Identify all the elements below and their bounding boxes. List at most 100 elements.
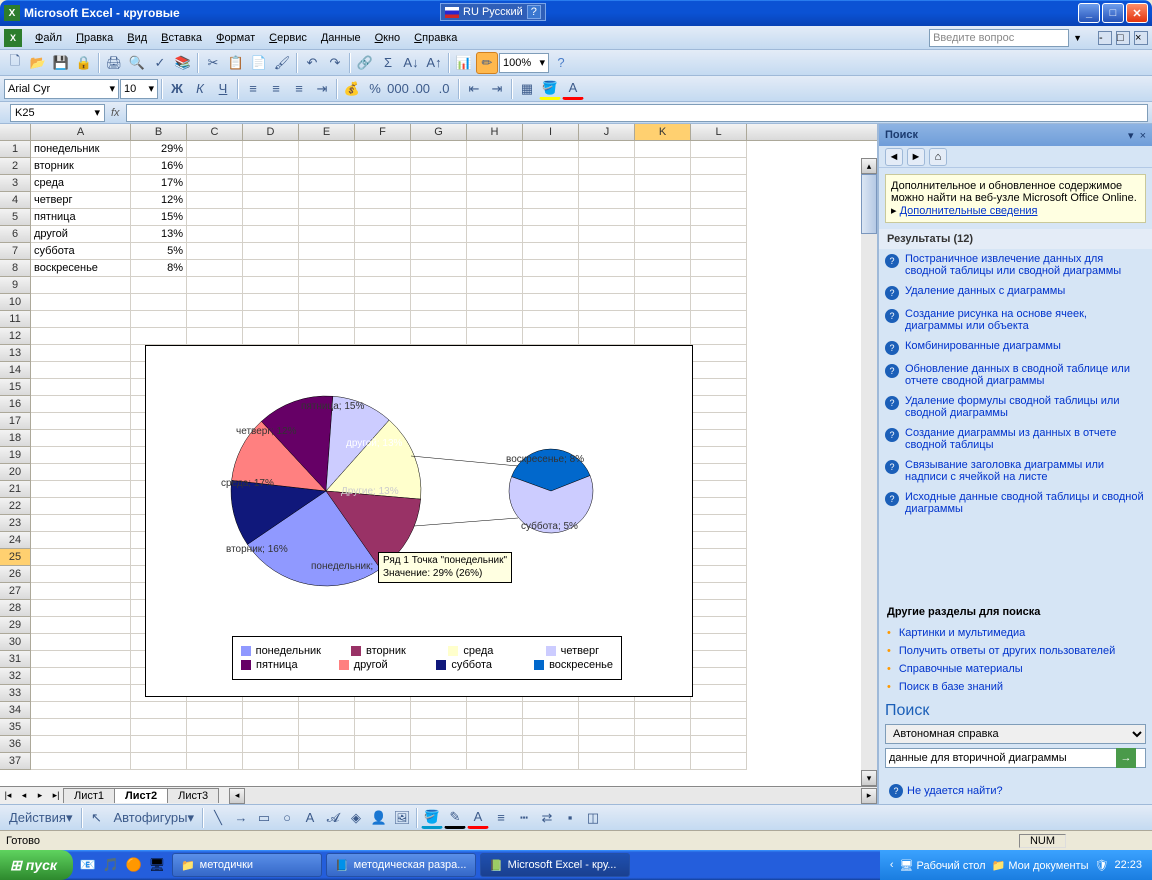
row-header[interactable]: 24: [0, 532, 31, 549]
cell[interactable]: [299, 141, 355, 158]
sort-desc-icon[interactable]: A↑: [423, 52, 445, 74]
cell[interactable]: [691, 158, 747, 175]
cell[interactable]: [579, 192, 635, 209]
other-section-link[interactable]: Получить ответы от других пользователей: [879, 642, 1152, 660]
cell[interactable]: [411, 209, 467, 226]
wordart-icon[interactable]: 𝓐: [322, 807, 344, 829]
actions-menu[interactable]: Действия ▾: [4, 807, 78, 829]
help-result-item[interactable]: ?Постраничное извлечение данных для свод…: [885, 249, 1146, 281]
cell[interactable]: [187, 209, 243, 226]
cell[interactable]: [243, 243, 299, 260]
other-section-link[interactable]: Справочные материалы: [879, 660, 1152, 678]
cell[interactable]: [187, 175, 243, 192]
cell[interactable]: [467, 192, 523, 209]
row-header[interactable]: 4: [0, 192, 31, 209]
cell[interactable]: [635, 736, 691, 753]
cell[interactable]: [523, 702, 579, 719]
cell[interactable]: [31, 634, 131, 651]
cell[interactable]: [635, 753, 691, 770]
row-header[interactable]: 31: [0, 651, 31, 668]
cell[interactable]: [411, 328, 467, 345]
col-header[interactable]: E: [299, 124, 355, 140]
cell[interactable]: [355, 736, 411, 753]
cell[interactable]: [31, 583, 131, 600]
cell[interactable]: [523, 719, 579, 736]
cell[interactable]: [523, 736, 579, 753]
cell[interactable]: [355, 226, 411, 243]
new-icon[interactable]: 🗋: [4, 52, 26, 74]
cell[interactable]: [691, 566, 747, 583]
font-size-combo[interactable]: 10▾: [120, 79, 158, 99]
ql-icon[interactable]: 🎵: [100, 854, 122, 876]
cell[interactable]: [31, 719, 131, 736]
cell[interactable]: [635, 209, 691, 226]
cell[interactable]: [243, 260, 299, 277]
row-header[interactable]: 25: [0, 549, 31, 566]
fx-icon[interactable]: fx: [111, 107, 120, 119]
cell[interactable]: [243, 192, 299, 209]
menu-Файл[interactable]: Файл: [28, 30, 69, 46]
row-header[interactable]: 26: [0, 566, 31, 583]
cell[interactable]: [691, 396, 747, 413]
cell[interactable]: [691, 277, 747, 294]
cell[interactable]: [31, 753, 131, 770]
cell[interactable]: [467, 294, 523, 311]
cell[interactable]: [131, 294, 187, 311]
help-result-item[interactable]: ?Комбинированные диаграммы: [885, 336, 1146, 359]
cell[interactable]: [691, 685, 747, 702]
cell[interactable]: [243, 294, 299, 311]
cell[interactable]: [691, 464, 747, 481]
cell[interactable]: [523, 192, 579, 209]
cell[interactable]: [467, 243, 523, 260]
cell[interactable]: [243, 736, 299, 753]
underline-icon[interactable]: Ч: [212, 78, 234, 100]
cell[interactable]: [523, 311, 579, 328]
row-header[interactable]: 11: [0, 311, 31, 328]
cell[interactable]: [411, 175, 467, 192]
hyperlink-icon[interactable]: 🔗: [354, 52, 376, 74]
drawing-icon[interactable]: ✏: [476, 52, 498, 74]
col-header[interactable]: H: [467, 124, 523, 140]
cell[interactable]: [411, 753, 467, 770]
cell[interactable]: [131, 311, 187, 328]
cell[interactable]: [467, 702, 523, 719]
cell[interactable]: [523, 277, 579, 294]
row-header[interactable]: 10: [0, 294, 31, 311]
cell[interactable]: [411, 141, 467, 158]
cell[interactable]: [467, 277, 523, 294]
cell[interactable]: [467, 175, 523, 192]
cell[interactable]: [31, 532, 131, 549]
cell[interactable]: [31, 685, 131, 702]
cell[interactable]: [523, 753, 579, 770]
decrease-decimal-icon[interactable]: .0: [433, 78, 455, 100]
cell[interactable]: [691, 702, 747, 719]
cell[interactable]: [523, 328, 579, 345]
cell[interactable]: [31, 549, 131, 566]
cell[interactable]: [31, 430, 131, 447]
autosum-icon[interactable]: Σ: [377, 52, 399, 74]
cell[interactable]: [243, 702, 299, 719]
align-center-icon[interactable]: ≡: [265, 78, 287, 100]
row-header[interactable]: 8: [0, 260, 31, 277]
font-color-icon[interactable]: A: [467, 807, 489, 829]
help-result-item[interactable]: ?Создание диаграммы из данных в отчете с…: [885, 423, 1146, 455]
worksheet-area[interactable]: ABCDEFGHIJKL 1понедельник29%2вторник16%3…: [0, 124, 877, 804]
cell[interactable]: [523, 141, 579, 158]
cell[interactable]: [31, 668, 131, 685]
cell[interactable]: четверг: [31, 192, 131, 209]
cell[interactable]: [635, 328, 691, 345]
cant-find-link[interactable]: ?Не удается найти?: [879, 778, 1152, 804]
ql-icon[interactable]: 📧: [77, 854, 99, 876]
cell[interactable]: [579, 277, 635, 294]
cell[interactable]: [243, 328, 299, 345]
row-header[interactable]: 9: [0, 277, 31, 294]
sheet-tab[interactable]: Лист3: [167, 788, 219, 803]
cell[interactable]: [467, 328, 523, 345]
cell[interactable]: [691, 447, 747, 464]
line-style-icon[interactable]: ≡: [490, 807, 512, 829]
cell[interactable]: среда: [31, 175, 131, 192]
cell[interactable]: [355, 277, 411, 294]
cell[interactable]: [131, 328, 187, 345]
menu-Сервис[interactable]: Сервис: [262, 30, 314, 46]
spelling-icon[interactable]: ✓: [149, 52, 171, 74]
